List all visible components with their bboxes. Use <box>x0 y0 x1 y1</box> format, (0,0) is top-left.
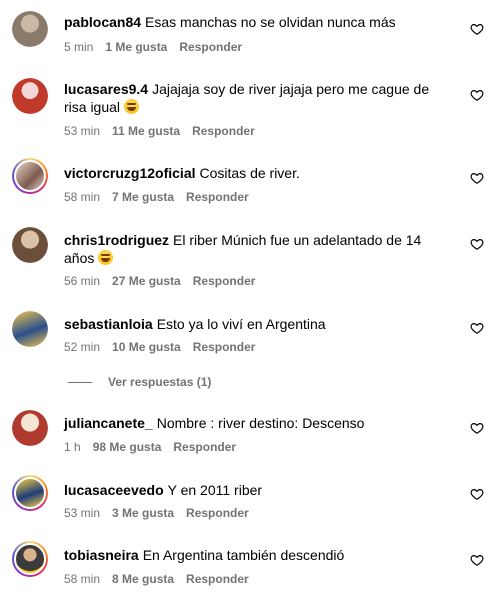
avatar[interactable] <box>12 78 48 114</box>
comment-body: juliancanete_ Nombre : river destino: Des… <box>64 414 444 432</box>
comment-body: lucasaceevedo Y en 2011 riber <box>64 481 444 499</box>
comment-time: 1 h <box>64 440 81 454</box>
avatar[interactable] <box>12 541 48 577</box>
comment-body: tobiasneira En Argentina también descendi… <box>64 546 444 564</box>
heart-icon[interactable] <box>470 421 484 435</box>
reply-button[interactable]: Responder <box>192 124 255 138</box>
comment-likes[interactable]: 98 Me gusta <box>93 440 162 454</box>
laughing-emoji-icon <box>123 99 139 114</box>
comment-username[interactable]: pablocan84 <box>64 14 141 30</box>
comment-text: Cositas de river. <box>199 165 300 181</box>
comment-meta: 53 min 11 Me gusta Responder <box>64 123 267 139</box>
heart-icon[interactable] <box>470 171 484 185</box>
comment-username[interactable]: lucasares9.4 <box>64 81 148 97</box>
comment-likes[interactable]: 1 Me gusta <box>105 40 167 54</box>
reply-button[interactable]: Responder <box>186 506 249 520</box>
reply-button[interactable]: Responder <box>193 340 256 354</box>
comment-likes[interactable]: 8 Me gusta <box>112 572 174 586</box>
reply-button[interactable]: Responder <box>173 440 236 454</box>
comment-meta: 53 min 3 Me gusta Responder <box>64 505 261 521</box>
comment-username[interactable]: juliancanete_ <box>64 415 153 431</box>
avatar[interactable] <box>12 410 48 446</box>
heart-icon[interactable] <box>470 22 484 36</box>
replies-divider <box>68 382 92 384</box>
comment-text: Esas manchas no se olvidan nunca más <box>145 14 396 30</box>
comment-meta: 58 min 7 Me gusta Responder <box>64 189 261 205</box>
comment-text: En Argentina también descendió <box>142 547 345 563</box>
heart-icon[interactable] <box>470 321 484 335</box>
comment-username[interactable]: tobiasneira <box>64 547 139 563</box>
heart-icon[interactable] <box>470 553 484 567</box>
reply-button[interactable]: Responder <box>193 274 256 288</box>
comment-meta: 52 min 10 Me gusta Responder <box>64 339 267 355</box>
comment-body: chris1rodriguez El riber Múnich fue un ad… <box>64 231 444 267</box>
comment-username[interactable]: victorcruzg12oficial <box>64 165 196 181</box>
comment-time: 53 min <box>64 124 101 138</box>
heart-icon[interactable] <box>470 237 484 251</box>
reply-button[interactable]: Responder <box>186 190 249 204</box>
avatar[interactable] <box>12 11 48 47</box>
comment-meta: 5 min 1 Me gusta Responder <box>64 39 254 55</box>
heart-icon[interactable] <box>470 487 484 501</box>
comment-body: lucasares9.4 Jajajaja soy de river jajaja… <box>64 80 444 116</box>
comment-meta: 1 h 98 Me gusta Responder <box>64 439 248 455</box>
view-replies-button[interactable]: Ver respuestas (1) <box>68 374 211 390</box>
comment-likes[interactable]: 11 Me gusta <box>112 124 180 138</box>
reply-button[interactable]: Responder <box>186 572 249 586</box>
view-replies-label: Ver respuestas (1) <box>108 375 212 389</box>
comment-body: pablocan84 Esas manchas no se olvidan nun… <box>64 13 444 31</box>
comment-body: sebastianloia Esto ya lo viví en Argentin… <box>64 315 444 333</box>
heart-icon[interactable] <box>470 88 484 102</box>
comment-username[interactable]: chris1rodriguez <box>64 232 169 248</box>
comment-likes[interactable]: 7 Me gusta <box>112 190 174 204</box>
laughing-emoji-icon <box>98 250 114 265</box>
avatar[interactable] <box>12 158 48 194</box>
comment-text: Y en 2011 riber <box>167 482 263 498</box>
comment-time: 52 min <box>64 340 101 354</box>
comment-username[interactable]: lucasaceevedo <box>64 482 164 498</box>
reply-button[interactable]: Responder <box>179 40 242 54</box>
comment-likes[interactable]: 10 Me gusta <box>112 340 181 354</box>
comment-meta: 56 min 27 Me gusta Responder <box>64 273 267 289</box>
comment-meta: 58 min 8 Me gusta Responder <box>64 571 261 587</box>
comment-text: Esto ya lo viví en Argentina <box>156 316 326 332</box>
avatar[interactable] <box>12 475 48 511</box>
comment-likes[interactable]: 27 Me gusta <box>112 274 181 288</box>
comment-time: 58 min <box>64 572 101 586</box>
comment-text: Nombre : river destino: Descenso <box>156 415 365 431</box>
avatar[interactable] <box>12 311 48 347</box>
comment-username[interactable]: sebastianloia <box>64 316 153 332</box>
comment-time: 53 min <box>64 506 101 520</box>
comment-likes[interactable]: 3 Me gusta <box>112 506 174 520</box>
comment-body: victorcruzg12oficial Cositas de river. <box>64 164 444 182</box>
avatar[interactable] <box>12 227 48 263</box>
comment-time: 56 min <box>64 274 101 288</box>
comment-time: 5 min <box>64 40 94 54</box>
comment-time: 58 min <box>64 190 101 204</box>
